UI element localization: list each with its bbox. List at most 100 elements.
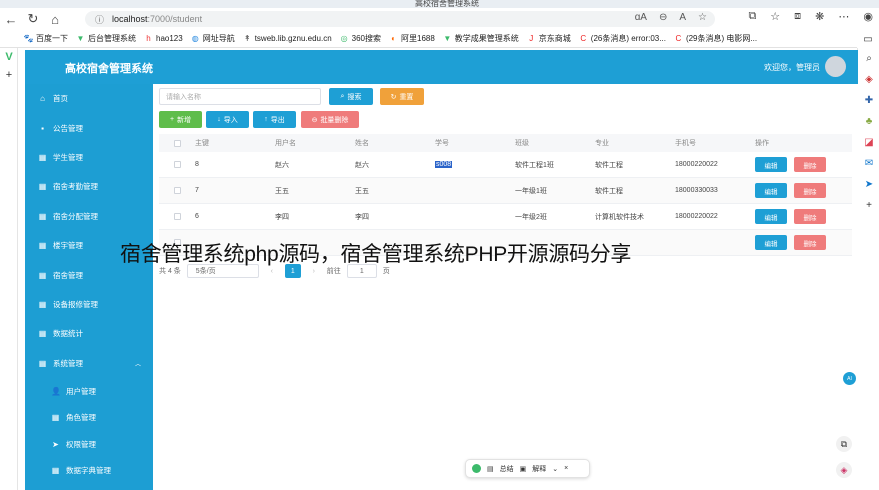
bookmark-item[interactable]: h hao123 <box>144 34 182 43</box>
edit-button[interactable]: 编辑 <box>755 209 787 224</box>
bookmark-label: 阿里1688 <box>401 34 435 43</box>
v-logo-icon: ▼ <box>76 34 85 43</box>
chevron-down-icon[interactable]: ⌄ <box>552 465 558 473</box>
explain-icon: ▣ <box>519 465 527 473</box>
bookmark-item[interactable]: ↟ tsweb.lib.gznu.edu.cn <box>243 34 332 43</box>
read-aloud-icon[interactable]: A <box>679 12 686 23</box>
checkbox[interactable] <box>173 187 181 194</box>
sidebar-subitem[interactable]: ▦ 角色管理 <box>25 404 153 431</box>
sidebar-item[interactable]: ▦ 数据统计 <box>25 319 153 348</box>
bookmark-label: (26条消息) error:03... <box>590 34 666 43</box>
send-icon[interactable]: ➤ <box>858 174 879 195</box>
zoom-icon[interactable]: ⊖ <box>659 12 667 23</box>
sidebar-item[interactable]: ⌂ 首页 <box>25 84 153 113</box>
sidebar-item-label: 首页 <box>53 94 68 104</box>
add-icon[interactable]: + <box>858 195 879 216</box>
floating-assist-icon[interactable]: AI <box>843 372 856 385</box>
sidebar-subitem[interactable]: ➤ 权限管理 <box>25 431 153 458</box>
bookmark-item[interactable]: J 京东商城 <box>527 33 571 44</box>
search-input[interactable]: 请输入名称 <box>159 88 321 105</box>
edit-button[interactable]: 编辑 <box>755 157 787 172</box>
sidebar-item[interactable]: ▦ 学生管理 <box>25 143 153 172</box>
sidebar-item[interactable]: ▪ 公告管理 <box>25 113 153 142</box>
grid-icon: ▦ <box>38 182 47 192</box>
collections-icon[interactable]: ⧈ <box>794 10 801 23</box>
bookmark-item[interactable]: C (29条消息) 电影网... <box>674 33 758 44</box>
summary-button[interactable]: 总结 <box>500 464 514 474</box>
bookmark-item[interactable]: ◎ 360搜索 <box>340 33 381 44</box>
translate-float-icon[interactable]: ⧉ <box>836 436 852 452</box>
sidebar-item-label: 设备报修管理 <box>53 299 98 309</box>
checkbox[interactable] <box>173 213 181 220</box>
back-icon[interactable]: ← <box>0 9 22 29</box>
user-icon: 👤 <box>51 386 61 396</box>
reset-button[interactable]: ↻ 重置 <box>380 88 424 105</box>
row-checkbox[interactable] <box>159 213 195 220</box>
bookmark-item[interactable]: ◐ 阿里1688 <box>389 33 435 44</box>
sidebar-item[interactable]: ▦ 系统管理 ︿ <box>25 349 153 378</box>
plus-icon: + <box>169 116 175 123</box>
checkbox[interactable] <box>173 161 181 168</box>
new-tab-icon[interactable]: + <box>0 66 18 84</box>
bookmark-item[interactable]: ◍ 网址导航 <box>191 33 235 44</box>
checkbox[interactable] <box>173 139 181 147</box>
sidebar-item-label: 数据统计 <box>53 329 83 339</box>
favorites-icon[interactable]: ☆ <box>770 10 780 23</box>
shopping-icon[interactable]: ◈ <box>858 69 879 90</box>
info-icon[interactable]: ⓘ <box>95 13 104 26</box>
search-button[interactable]: ⌕ 搜索 <box>329 88 373 105</box>
delete-button[interactable]: 删除 <box>794 209 826 224</box>
cell-class: 软件工程1班 <box>515 160 595 170</box>
row-checkbox[interactable] <box>159 187 195 194</box>
edit-button[interactable]: 编辑 <box>755 235 787 250</box>
profile-icon[interactable]: ◉ <box>863 10 873 23</box>
explain-button[interactable]: 解释 <box>532 464 546 474</box>
copilot-icon[interactable]: ❋ <box>815 10 824 23</box>
sidebar-item[interactable]: ▦ 宿舍分配管理 <box>25 202 153 231</box>
bookmark-label: 网址导航 <box>202 34 235 43</box>
edit-button[interactable]: 编辑 <box>755 183 787 198</box>
sidebar-item[interactable]: ▦ 设备报修管理 <box>25 290 153 319</box>
translate-icon[interactable]: ɑA <box>635 12 647 23</box>
games-icon[interactable]: ♣ <box>858 111 879 132</box>
bookmark-item[interactable]: ▼ 教学成果管理系统 <box>443 33 518 44</box>
sidebar-item[interactable]: ▦ 宿舍考勤管理 <box>25 172 153 201</box>
batch-delete-label: 批量删除 <box>320 116 349 124</box>
sidebar-subitem[interactable]: 👤 用户管理 <box>25 378 153 405</box>
bookmark-item[interactable]: 🐾 百度一下 <box>24 33 68 44</box>
vue-tab-icon[interactable]: V <box>0 48 18 66</box>
batch-delete-button[interactable]: ⊖ 批量删除 <box>301 111 359 128</box>
bookmark-item[interactable]: ▼ 后台管理系统 <box>76 33 136 44</box>
chevron-up-icon: ︿ <box>134 361 141 368</box>
cell-text: 王五 <box>355 187 369 195</box>
browser-tab-strip: 高校宿舍管理系统 <box>0 0 879 8</box>
bookmark-item[interactable]: C (26条消息) error:03... <box>579 33 666 44</box>
delete-button[interactable]: 删除 <box>794 157 826 172</box>
address-bar[interactable]: ⓘ localhost:7000/student ɑA ⊖ A ☆ <box>85 11 715 27</box>
outlook-icon[interactable]: ✉ <box>858 153 879 174</box>
delete-button[interactable]: 删除 <box>794 183 826 198</box>
avatar[interactable] <box>825 56 846 77</box>
delete-button[interactable]: 删除 <box>794 235 826 250</box>
extensions-icon[interactable]: ⧉ <box>748 10 756 23</box>
office-icon[interactable]: ◪ <box>858 132 879 153</box>
export-button[interactable]: ↑ 导出 <box>253 111 296 128</box>
favorite-star-icon[interactable]: ☆ <box>698 12 707 23</box>
sidebar-subitem-label: 数据字典管理 <box>66 466 111 476</box>
folder-icon[interactable]: ▭ <box>857 30 879 48</box>
tools-icon[interactable]: ✚ <box>858 90 879 111</box>
colorful-app-icon[interactable]: ◈ <box>836 462 852 478</box>
select-all-checkbox[interactable] <box>159 139 195 147</box>
import-button[interactable]: ↓ 导入 <box>206 111 249 128</box>
close-icon[interactable]: × <box>564 465 568 472</box>
sidebar-subitem[interactable]: ▦ 数据字典管理 <box>25 457 153 484</box>
refresh-icon[interactable]: ↻ <box>22 9 44 29</box>
summary-icon: ▤ <box>487 465 494 473</box>
row-actions: 编辑 删除 <box>755 183 852 198</box>
edge-sidebar: ⌕ ◈ ✚ ♣ ◪ ✉ ➤ + <box>857 48 879 490</box>
search-icon[interactable]: ⌕ <box>858 48 879 69</box>
add-button[interactable]: + 新增 <box>159 111 202 128</box>
row-checkbox[interactable] <box>159 161 195 168</box>
more-icon[interactable]: ⋯ <box>838 10 849 23</box>
home-nav-icon[interactable]: ⌂ <box>44 9 66 29</box>
